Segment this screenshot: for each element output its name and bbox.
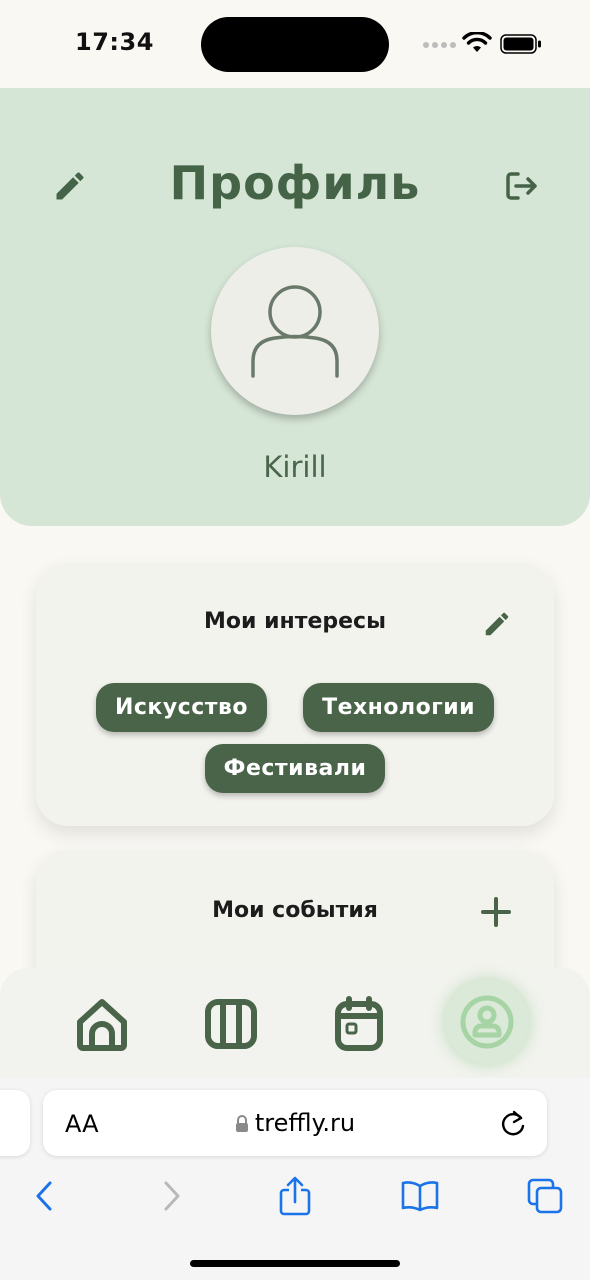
events-title: Мои события — [212, 898, 378, 923]
chevron-right-icon — [164, 1181, 180, 1211]
status-bar: 17:34 — [0, 0, 590, 88]
interests-title: Мои интересы — [204, 609, 386, 634]
forward-button[interactable] — [152, 1176, 192, 1216]
bookmarks-button[interactable] — [400, 1176, 440, 1216]
tabs-button[interactable] — [525, 1176, 565, 1216]
logout-icon[interactable] — [502, 168, 540, 204]
nav-profile-button[interactable] — [445, 980, 529, 1064]
interest-tag[interactable]: Фестивали — [204, 744, 386, 793]
user-icon — [251, 285, 339, 378]
profile-icon — [460, 995, 514, 1049]
book-icon — [401, 1181, 439, 1212]
dynamic-island — [201, 17, 389, 72]
share-icon — [279, 1176, 311, 1216]
reload-icon[interactable] — [499, 1108, 527, 1138]
interest-tag[interactable]: Искусство — [95, 683, 268, 732]
battery-icon — [500, 34, 541, 54]
plus-icon[interactable] — [480, 896, 512, 928]
home-icon[interactable] — [74, 996, 130, 1052]
tabs-icon — [527, 1178, 563, 1214]
map-icon[interactable] — [203, 996, 259, 1052]
previous-tab-preview[interactable] — [0, 1090, 30, 1156]
back-button[interactable] — [24, 1176, 64, 1216]
lock-icon — [235, 1115, 248, 1132]
calendar-icon[interactable] — [331, 996, 387, 1052]
interests-card: Мои интересы Искусство Технологии Фестив… — [36, 563, 554, 826]
home-indicator — [190, 1260, 400, 1267]
status-time: 17:34 — [75, 28, 154, 56]
share-button[interactable] — [275, 1176, 315, 1216]
address-bar[interactable]: AA treffly.ru — [43, 1090, 547, 1156]
wifi-icon — [462, 32, 492, 52]
profile-header: Профиль Kirill — [0, 88, 590, 526]
chevron-left-icon — [36, 1181, 52, 1211]
browser-chrome: AA treffly.ru — [0, 1078, 590, 1280]
username: Kirill — [263, 450, 327, 484]
interest-tags: Искусство Технологии Фестивали — [66, 683, 524, 793]
url-text: treffly.ru — [254, 1109, 356, 1137]
interest-tag[interactable]: Технологии — [303, 683, 495, 732]
url-display[interactable]: treffly.ru — [43, 1109, 547, 1137]
pencil-icon[interactable] — [482, 609, 512, 639]
cellular-signal-icon — [423, 42, 456, 48]
avatar[interactable] — [211, 247, 379, 415]
bottom-nav — [0, 968, 590, 1079]
